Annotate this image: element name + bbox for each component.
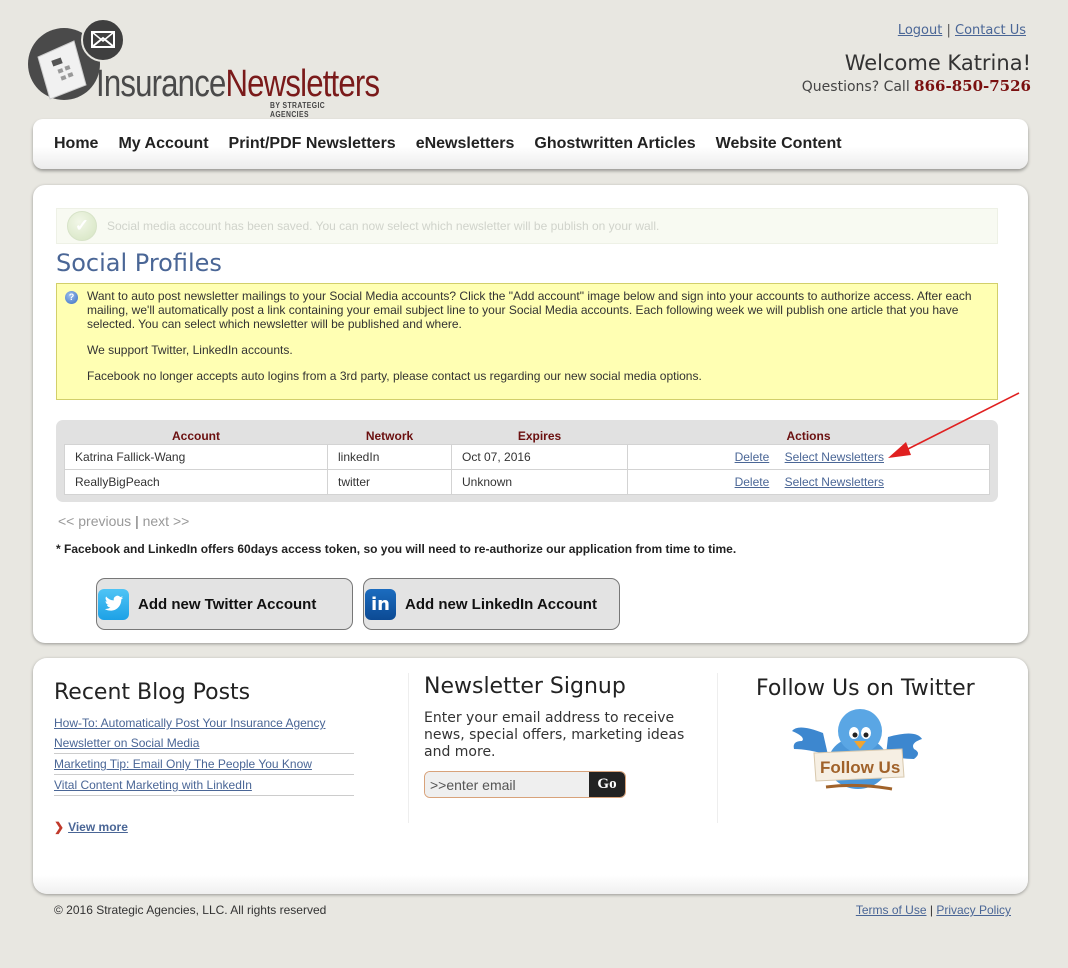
list-item: Marketing Tip: Email Only The People You…: [54, 754, 354, 775]
column-header-expires: Expires: [517, 428, 562, 443]
questions-label: Questions? Call: [801, 79, 910, 95]
add-twitter-label: Add new Twitter Account: [138, 595, 317, 613]
add-linkedin-label: Add new LinkedIn Account: [405, 595, 597, 613]
contact-us-link[interactable]: Contact Us: [955, 23, 1026, 38]
legal-separator: |: [929, 903, 933, 917]
accounts-table-container: Account Network Expires Actions Katrina …: [56, 420, 998, 502]
table-row: Katrina Fallick-Wang linkedIn Oct 07, 20…: [64, 443, 990, 470]
recent-blog-posts: Recent Blog Posts How-To: Automatically …: [54, 673, 409, 834]
site-logo[interactable]: InsuranceNewsletters BY STRATEGIC AGENCI…: [28, 19, 380, 119]
select-newsletters-link[interactable]: Select Newsletters: [785, 450, 884, 464]
phone-number: 866-850-7526: [914, 77, 1031, 95]
column-header-network: Network: [365, 428, 414, 443]
email-input[interactable]: [425, 772, 589, 797]
view-more: ❯ View more: [54, 820, 128, 834]
list-item: Vital Content Marketing with LinkedIn: [54, 775, 354, 796]
info-paragraph: Want to auto post newsletter mailings to…: [87, 289, 972, 331]
blog-post-list: How-To: Automatically Post Your Insuranc…: [54, 713, 354, 796]
main-nav: Home My Account Print/PDF Newsletters eN…: [33, 119, 1028, 169]
privacy-policy-link[interactable]: Privacy Policy: [936, 903, 1011, 917]
account-network: linkedIn: [327, 443, 452, 470]
pagination: << previous | next >>: [58, 513, 189, 529]
list-item: How-To: Automatically Post Your Insuranc…: [54, 713, 354, 754]
info-paragraph: Facebook no longer accepts auto logins f…: [87, 369, 702, 383]
logo-tagline: BY STRATEGIC AGENCIES: [270, 101, 326, 119]
pager-separator: |: [135, 513, 139, 529]
account-expires: Oct 07, 2016: [451, 443, 628, 470]
add-linkedin-account-button[interactable]: in Add new LinkedIn Account: [363, 578, 620, 630]
help-icon: ?: [65, 291, 78, 304]
account-name: ReallyBigPeach: [64, 468, 328, 495]
twitter-bird-follow-icon[interactable]: Follow Us: [788, 703, 928, 798]
blog-title: Recent Blog Posts: [54, 680, 251, 705]
table-header-row: Account Network Expires Actions: [65, 428, 990, 444]
account-actions: Delete Select Newsletters: [627, 443, 990, 470]
copyright: © 2016 Strategic Agencies, LLC. All righ…: [54, 903, 327, 917]
account-links: Logout | Contact Us: [898, 23, 1026, 38]
add-twitter-account-button[interactable]: Add new Twitter Account: [96, 578, 353, 630]
account-name: Katrina Fallick-Wang: [64, 443, 328, 470]
select-newsletters-link[interactable]: Select Newsletters: [785, 475, 884, 489]
success-message: Social media account has been saved. You…: [107, 219, 660, 233]
nav-print-pdf-newsletters[interactable]: Print/PDF Newsletters: [229, 135, 396, 153]
twitter-icon: [98, 588, 129, 620]
account-expires: Unknown: [451, 468, 628, 495]
support-phone-line: Questions? Call 866-850-7526: [802, 77, 1031, 95]
logo-word-newsletters: Newsletters: [225, 63, 380, 105]
next-page-link[interactable]: next >>: [143, 513, 190, 529]
nav-website-content[interactable]: Website Content: [716, 135, 842, 153]
terms-of-use-link[interactable]: Terms of Use: [856, 903, 927, 917]
main-panel: ✓ Social media account has been saved. Y…: [33, 185, 1028, 643]
logout-link[interactable]: Logout: [898, 23, 943, 38]
blog-post-link[interactable]: Vital Content Marketing with LinkedIn: [54, 778, 252, 792]
logo-wordmark: InsuranceNewsletters: [96, 63, 380, 106]
page-title: Social Profiles: [56, 249, 222, 277]
nav-ghostwritten-articles[interactable]: Ghostwritten Articles: [534, 135, 695, 153]
accounts-table: Account Network Expires Actions Katrina …: [64, 428, 990, 495]
logo-word-insurance: Insurance: [96, 63, 226, 105]
linkedin-icon: in: [365, 588, 396, 620]
link-separator: |: [946, 23, 951, 38]
chevron-right-icon: ❯: [54, 820, 65, 834]
delete-link[interactable]: Delete: [735, 450, 770, 464]
blog-post-link[interactable]: Marketing Tip: Email Only The People You…: [54, 757, 312, 771]
info-box: ? Want to auto post newsletter mailings …: [56, 283, 998, 400]
welcome-message: Welcome Katrina!: [844, 51, 1031, 75]
previous-page-link[interactable]: << previous: [58, 513, 131, 529]
newsletter-signup: Newsletter Signup Enter your email addre…: [407, 673, 718, 823]
nav-enewsletters[interactable]: eNewsletters: [416, 135, 515, 153]
nav-home[interactable]: Home: [54, 135, 98, 153]
go-button[interactable]: Go: [589, 772, 625, 797]
legal-links: Terms of Use | Privacy Policy: [856, 903, 1011, 917]
footer-widgets-panel: Recent Blog Posts How-To: Automatically …: [33, 658, 1028, 894]
token-note: * Facebook and LinkedIn offers 60days ac…: [56, 542, 737, 556]
follow-title: Follow Us on Twitter: [756, 676, 975, 701]
email-signup-form: Go: [424, 771, 626, 798]
column-header-account: Account: [172, 428, 220, 443]
account-actions: Delete Select Newsletters: [627, 468, 990, 495]
blog-post-link[interactable]: How-To: Automatically Post Your Insuranc…: [54, 716, 325, 750]
follow-us-twitter: Follow Us on Twitter Follow Us: [718, 673, 1028, 823]
signup-title: Newsletter Signup: [424, 674, 626, 699]
checkmark-icon: ✓: [67, 211, 97, 241]
table-row: ReallyBigPeach twitter Unknown Delete Se…: [64, 468, 990, 495]
signup-description: Enter your email address to receive news…: [424, 710, 685, 760]
delete-link[interactable]: Delete: [735, 475, 770, 489]
follow-us-sign-text: Follow Us: [820, 758, 900, 777]
nav-my-account[interactable]: My Account: [118, 135, 208, 153]
account-network: twitter: [327, 468, 452, 495]
view-more-link[interactable]: View more: [68, 820, 128, 834]
success-alert: ✓ Social media account has been saved. Y…: [56, 208, 998, 244]
column-header-actions: Actions: [786, 428, 831, 443]
info-paragraph: We support Twitter, LinkedIn accounts.: [87, 343, 293, 357]
